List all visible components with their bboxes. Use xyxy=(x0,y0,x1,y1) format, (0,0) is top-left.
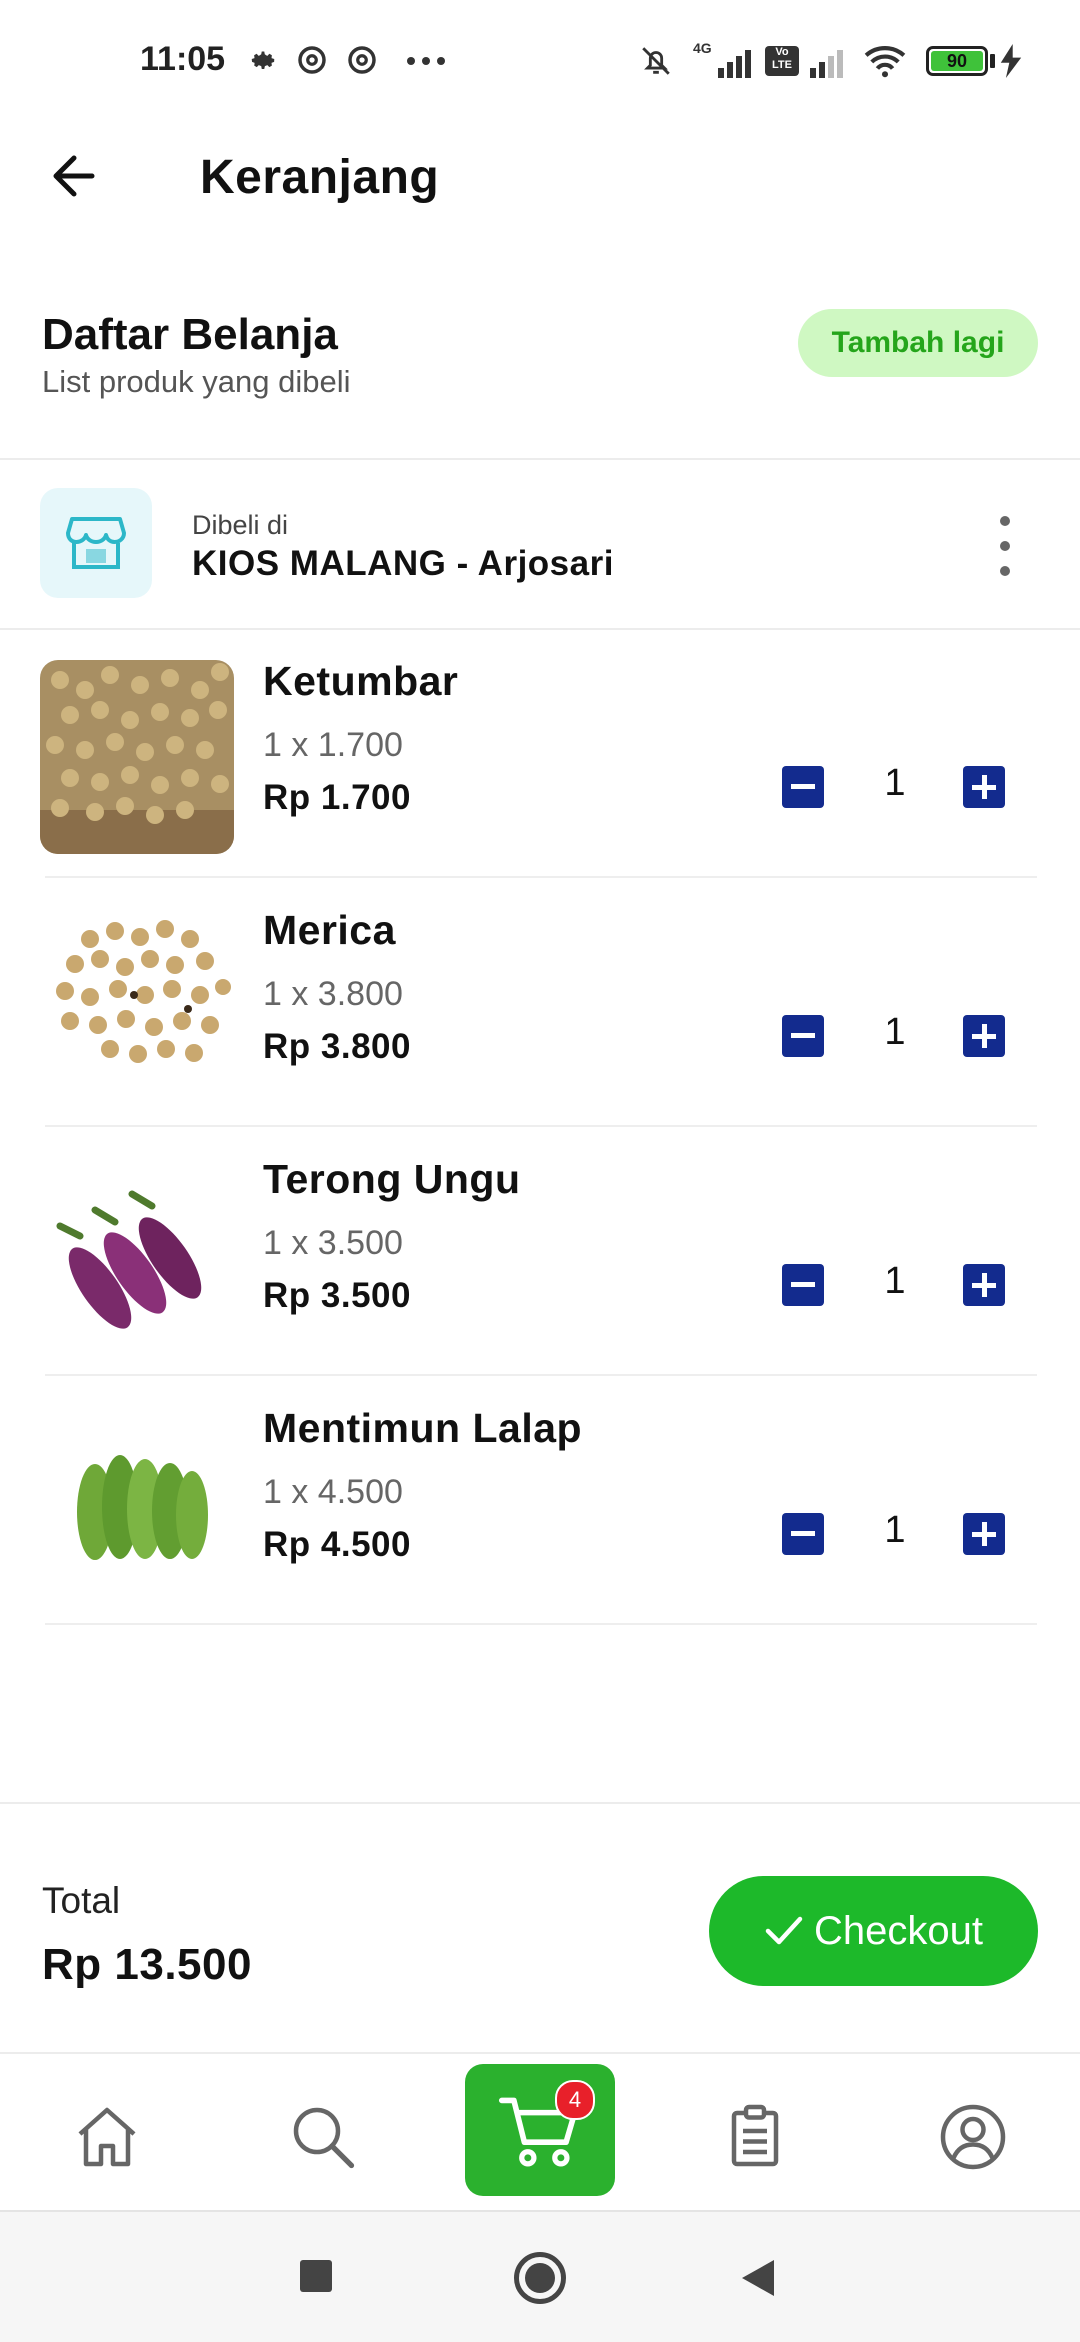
product-name: Mentimun Lalap xyxy=(263,1405,583,1451)
search-icon xyxy=(293,2107,355,2169)
product-image-mentimun-lalap xyxy=(40,1407,234,1601)
minus-icon xyxy=(791,784,815,789)
battery-icon: 90 xyxy=(926,46,988,76)
increase-quantity-button[interactable] xyxy=(963,1015,1005,1057)
product-image-merica xyxy=(40,909,234,1103)
dnd-icon xyxy=(348,46,376,74)
minus-icon xyxy=(791,1033,815,1038)
profile-icon xyxy=(940,2104,1006,2170)
total-value: Rp 13.500 xyxy=(42,1940,252,1989)
divider xyxy=(45,876,1037,878)
store-label: Dibeli di xyxy=(192,510,289,540)
divider xyxy=(45,1623,1037,1625)
nav-home[interactable] xyxy=(62,2092,152,2182)
section-subtitle: List produk yang dibeli xyxy=(42,364,351,399)
checkout-button[interactable]: Checkout xyxy=(709,1876,1038,1986)
decrease-quantity-button[interactable] xyxy=(782,1015,824,1057)
status-time: 11:05 xyxy=(140,40,226,78)
increase-quantity-button[interactable] xyxy=(963,766,1005,808)
product-name: Ketumbar xyxy=(263,658,459,704)
product-price: Rp 4.500 xyxy=(263,1525,411,1564)
check-icon xyxy=(765,1916,803,1945)
more-options-icon[interactable] xyxy=(990,516,1020,576)
divider xyxy=(0,458,1080,460)
increase-quantity-button[interactable] xyxy=(963,1513,1005,1555)
product-qty-line: 1 x 4.500 xyxy=(263,1473,403,1511)
plus-icon xyxy=(972,1273,996,1297)
quantity-value: 1 xyxy=(884,762,906,804)
back-button[interactable] xyxy=(48,148,112,204)
divider xyxy=(45,1125,1037,1127)
signal-icon xyxy=(810,50,843,78)
decrease-quantity-button[interactable] xyxy=(782,1513,824,1555)
more-icon xyxy=(407,57,445,65)
quantity-value: 1 xyxy=(884,1509,906,1551)
back-nav-icon[interactable] xyxy=(740,2258,776,2298)
home-icon xyxy=(78,2107,136,2167)
plus-icon xyxy=(972,775,996,799)
battery-tip xyxy=(990,54,995,68)
quantity-value: 1 xyxy=(884,1011,906,1053)
product-qty-line: 1 x 3.500 xyxy=(263,1224,403,1262)
home-dot xyxy=(525,2263,555,2293)
product-price: Rp 3.500 xyxy=(263,1276,411,1315)
cart-item: Merica 1 x 3.800 Rp 3.800 1 xyxy=(0,879,1080,1127)
product-qty-line: 1 x 1.700 xyxy=(263,726,403,764)
store-icon xyxy=(66,517,126,569)
product-price: Rp 3.800 xyxy=(263,1027,411,1066)
checkout-label: Checkout xyxy=(814,1908,983,1953)
total-label: Total xyxy=(42,1880,121,1921)
dnd-icon xyxy=(298,46,326,74)
plus-icon xyxy=(972,1024,996,1048)
arrow-left-icon xyxy=(53,155,95,197)
section-title: Daftar Belanja xyxy=(42,310,338,359)
system-nav-bar xyxy=(0,2210,1080,2342)
bottom-nav: 4 xyxy=(0,2052,1080,2210)
nav-search[interactable] xyxy=(278,2092,368,2182)
status-bar: 11:05 4G Vo LTE 90 xyxy=(0,0,1080,110)
nav-cart[interactable]: 4 xyxy=(465,2064,615,2196)
nav-orders[interactable] xyxy=(710,2092,800,2182)
quantity-value: 1 xyxy=(884,1260,906,1302)
signal-icon xyxy=(718,50,751,78)
nav-profile[interactable] xyxy=(928,2092,1018,2182)
divider xyxy=(45,1374,1037,1376)
product-image-ketumbar xyxy=(40,660,234,854)
store-icon-box xyxy=(40,488,152,598)
orders-icon xyxy=(731,2104,779,2167)
settings-icon xyxy=(251,51,275,69)
charging-icon xyxy=(1000,44,1022,78)
product-price: Rp 1.700 xyxy=(263,778,411,817)
mute-icon xyxy=(642,47,670,75)
recent-apps-button[interactable] xyxy=(300,2260,332,2292)
home-button[interactable] xyxy=(514,2252,566,2304)
decrease-quantity-button[interactable] xyxy=(782,766,824,808)
product-qty-line: 1 x 3.800 xyxy=(263,975,403,1013)
product-name: Terong Ungu xyxy=(263,1156,521,1202)
decrease-quantity-button[interactable] xyxy=(782,1264,824,1306)
battery-level: 90 xyxy=(946,51,968,71)
divider xyxy=(0,1802,1080,1804)
increase-quantity-button[interactable] xyxy=(963,1264,1005,1306)
cart-count-badge: 4 xyxy=(555,2080,595,2120)
page-title: Keranjang xyxy=(200,151,440,204)
cart-item: Ketumbar 1 x 1.700 Rp 1.700 1 xyxy=(0,630,1080,878)
plus-icon xyxy=(972,1522,996,1546)
product-image-terong-ungu xyxy=(40,1158,234,1352)
add-more-button[interactable]: Tambah lagi xyxy=(798,309,1038,377)
wifi-icon xyxy=(864,46,906,78)
volte-badge: Vo LTE xyxy=(765,46,799,76)
cart-item: Terong Ungu 1 x 3.500 Rp 3.500 1 xyxy=(0,1128,1080,1376)
minus-icon xyxy=(791,1531,815,1536)
product-name: Merica xyxy=(263,907,396,953)
cart-item: Mentimun Lalap 1 x 4.500 Rp 4.500 1 xyxy=(0,1377,1080,1625)
store-name: KIOS MALANG - Arjosari xyxy=(192,544,614,583)
minus-icon xyxy=(791,1282,815,1287)
